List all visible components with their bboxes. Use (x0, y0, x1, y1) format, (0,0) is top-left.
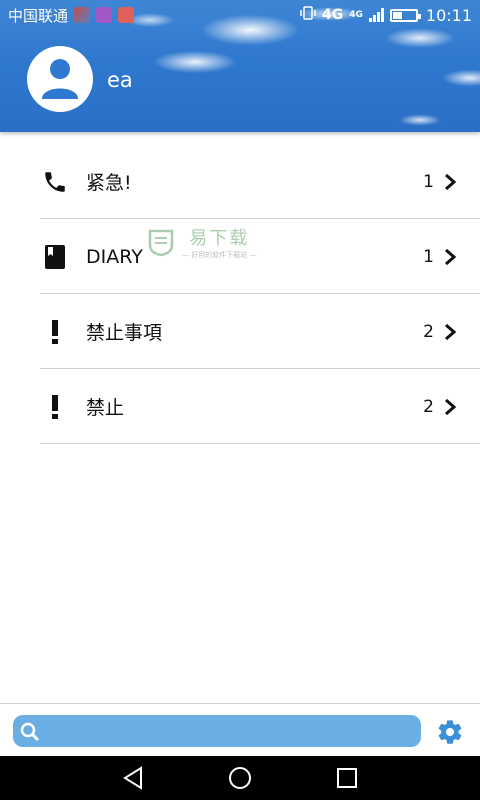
list-item-label: 禁止事項 (86, 322, 163, 344)
back-icon[interactable] (121, 765, 147, 791)
list-item-label: 紧急! (86, 172, 132, 194)
watermark-title: 易下载 (189, 228, 250, 249)
phone-icon (40, 167, 70, 197)
signal-icon (368, 8, 384, 22)
chevron-right-icon (442, 248, 458, 266)
bottom-toolbar (0, 703, 480, 756)
app-notification-icon (96, 7, 113, 23)
list-item[interactable]: 禁止事項 2 (0, 294, 480, 369)
book-icon (40, 242, 70, 272)
recent-apps-icon[interactable] (334, 765, 360, 791)
watermark: 易下载 — 好用的软件下载站 — (146, 224, 256, 260)
system-navigation-bar (0, 756, 480, 800)
chevron-right-icon (442, 398, 458, 416)
watermark-subtitle: — 好用的软件下载站 — (182, 251, 257, 259)
watermark-logo-icon (148, 229, 174, 257)
list-item[interactable]: 紧急! 1 (0, 144, 480, 219)
divider (40, 443, 480, 444)
network-type: 4G (322, 7, 344, 23)
network-type-small: 4G (349, 10, 363, 20)
list-item-count: 1 (423, 246, 434, 267)
exclamation-icon (40, 317, 70, 347)
gallery-notification-icon (74, 7, 91, 23)
clock: 10:11 (425, 5, 472, 25)
home-icon[interactable] (227, 765, 253, 791)
list-item-count: 2 (423, 321, 434, 342)
chevron-right-icon (442, 323, 458, 341)
header-banner: 中国联通 4G 4G 10:11 ea (0, 0, 480, 132)
avatar[interactable] (27, 46, 93, 112)
list-item-count: 1 (423, 171, 434, 192)
username: ea (107, 68, 133, 92)
chevron-right-icon (442, 173, 458, 191)
battery-icon (389, 8, 421, 22)
list-item-label: 禁止 (86, 397, 125, 419)
exclamation-icon (40, 392, 70, 422)
search-input[interactable] (13, 715, 421, 747)
gear-icon[interactable] (436, 718, 464, 746)
carrier-name: 中国联通 (8, 6, 69, 25)
category-list: 紧急! 1 DIARY 1 禁止事項 2 禁止 2 (0, 144, 480, 444)
list-item-label: DIARY (86, 245, 143, 268)
camera-notification-icon (118, 7, 135, 23)
search-icon (20, 722, 40, 742)
list-item-count: 2 (423, 396, 434, 417)
status-bar: 中国联通 4G 4G 10:11 (0, 0, 480, 30)
vibrate-icon (300, 5, 316, 25)
person-icon (42, 59, 78, 99)
list-item[interactable]: 禁止 2 (0, 369, 480, 444)
